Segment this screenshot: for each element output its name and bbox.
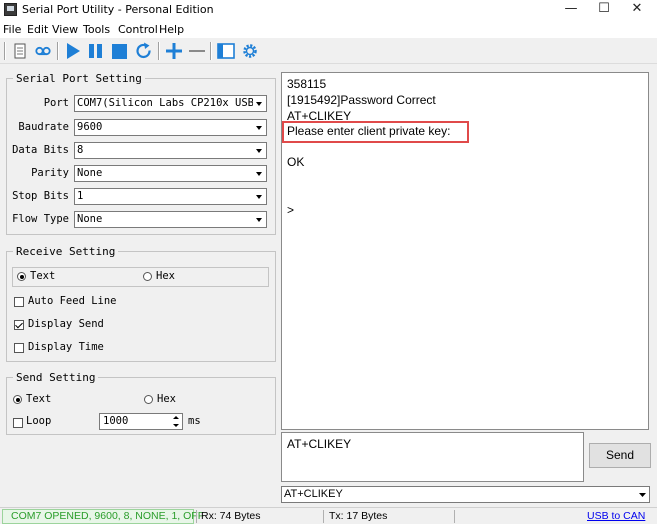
- port-label: Port: [43, 97, 69, 109]
- stepper-up-icon[interactable]: [171, 414, 182, 421]
- output-line: 358115: [287, 77, 327, 91]
- loop-label: Loop: [26, 415, 52, 427]
- loop-checkbox[interactable]: [13, 418, 23, 428]
- receive-hex-label: Hex: [156, 270, 175, 282]
- send-button[interactable]: Send: [589, 443, 651, 468]
- command-history-select[interactable]: AT+CLIKEY: [281, 486, 650, 503]
- output-line: >: [287, 203, 295, 217]
- gear-icon[interactable]: [240, 41, 260, 61]
- menu-file[interactable]: File: [3, 23, 21, 36]
- app-window: Serial Port Utility - Personal Edition —…: [0, 0, 657, 524]
- window-title: Serial Port Utility - Personal Edition: [22, 3, 214, 16]
- interval-unit-label: ms: [188, 415, 201, 427]
- record-icon[interactable]: [33, 41, 53, 61]
- parity-select[interactable]: None: [74, 165, 267, 182]
- parity-label: Parity: [31, 167, 69, 179]
- toolbar-separator: [158, 42, 160, 60]
- rx-count: Rx: 74 Bytes: [201, 510, 261, 522]
- window-icon[interactable]: [216, 41, 236, 61]
- send-setting-title: Send Setting: [13, 371, 99, 384]
- display-time-label: Display Time: [28, 341, 104, 353]
- send-hex-radio[interactable]: [144, 395, 153, 404]
- usb-to-can-link[interactable]: USB to CAN: [587, 510, 645, 524]
- toolbar-separator: [57, 42, 59, 60]
- command-history-value: AT+CLIKEY: [284, 488, 343, 500]
- serial-port-setting-group: Serial Port Setting Port COM7(Silicon La…: [6, 72, 276, 235]
- baudrate-value: 9600: [77, 121, 103, 133]
- toolbar-separator: [4, 42, 6, 60]
- parity-value: None: [77, 167, 103, 179]
- send-text-radio[interactable]: [13, 395, 22, 404]
- stopbits-label: Stop Bits: [12, 190, 69, 202]
- stop-icon[interactable]: [110, 41, 130, 61]
- flowtype-value: None: [77, 213, 103, 225]
- loop-interval-stepper[interactable]: 1000: [99, 413, 183, 430]
- app-icon: [4, 3, 17, 16]
- send-text-label: Text: [26, 393, 52, 405]
- menu-edit[interactable]: Edit: [27, 23, 48, 36]
- receive-mode-box: Text Hex: [12, 267, 269, 287]
- send-setting-group: Send Setting Text Hex Loop 1000 ms: [6, 371, 276, 435]
- output-line: OK: [287, 155, 305, 169]
- plus-icon[interactable]: [164, 41, 184, 61]
- tx-count: Tx: 17 Bytes: [329, 510, 388, 522]
- send-hex-label: Hex: [157, 393, 176, 405]
- play-icon[interactable]: [63, 41, 83, 61]
- menu-help[interactable]: Help: [159, 23, 184, 36]
- menu-view[interactable]: View: [52, 23, 78, 36]
- receive-text-label: Text: [30, 270, 56, 282]
- flowtype-label: Flow Type: [12, 213, 69, 225]
- chevron-down-icon: [253, 96, 266, 111]
- chevron-down-icon: [253, 166, 266, 181]
- title-bar: Serial Port Utility - Personal Edition —…: [0, 0, 657, 20]
- document-icon[interactable]: [10, 41, 30, 61]
- output-line: [1915492]Password Correct: [287, 93, 436, 107]
- receive-setting-title: Receive Setting: [13, 245, 119, 258]
- databits-label: Data Bits: [12, 144, 69, 156]
- menu-control[interactable]: Control: [118, 23, 158, 36]
- chevron-down-icon: [253, 189, 266, 204]
- receive-hex-radio[interactable]: [143, 272, 152, 281]
- send-input[interactable]: AT+CLIKEY: [281, 432, 584, 482]
- connection-status-box: COM7 OPENED, 9600, 8, NONE, 1, OFF: [2, 509, 204, 524]
- port-select[interactable]: COM7(Silicon Labs CP210x USB: [74, 95, 267, 112]
- serial-port-setting-title: Serial Port Setting: [13, 72, 145, 85]
- pause-icon[interactable]: [86, 41, 106, 61]
- connection-status: COM7 OPENED, 9600, 8, NONE, 1, OFF: [11, 510, 205, 522]
- display-send-checkbox[interactable]: [14, 320, 24, 330]
- close-button[interactable]: ✕: [617, 0, 657, 20]
- port-value: COM7(Silicon Labs CP210x USB: [77, 97, 255, 109]
- databits-value: 8: [77, 144, 84, 156]
- toolbar: [0, 38, 657, 64]
- databits-select[interactable]: 8: [74, 142, 267, 159]
- chevron-down-icon: [636, 487, 649, 502]
- toolbar-separator: [210, 42, 212, 60]
- stopbits-select[interactable]: 1: [74, 188, 267, 205]
- status-divider: [323, 510, 324, 523]
- auto-feed-line-checkbox[interactable]: [14, 297, 24, 307]
- baudrate-label: Baudrate: [18, 121, 69, 133]
- stepper-down-icon[interactable]: [171, 422, 182, 429]
- minus-icon[interactable]: [187, 41, 207, 61]
- display-send-label: Display Send: [28, 318, 104, 330]
- send-input-text: AT+CLIKEY: [287, 437, 352, 451]
- loop-interval-value: 1000: [103, 415, 129, 427]
- auto-feed-line-label: Auto Feed Line: [28, 295, 117, 307]
- menu-bar: File Edit View Tools Control Help: [0, 20, 657, 38]
- status-divider: [196, 510, 197, 523]
- status-divider: [454, 510, 455, 523]
- status-bar: COM7 OPENED, 9600, 8, NONE, 1, OFF Rx: 7…: [0, 507, 657, 524]
- highlight-box: [282, 121, 469, 143]
- display-time-checkbox[interactable]: [14, 343, 24, 353]
- refresh-icon[interactable]: [134, 41, 154, 61]
- chevron-down-icon: [253, 143, 266, 158]
- chevron-down-icon: [253, 212, 266, 227]
- menu-tools[interactable]: Tools: [83, 23, 110, 36]
- stopbits-value: 1: [77, 190, 84, 202]
- receive-text-radio[interactable]: [17, 272, 26, 281]
- baudrate-select[interactable]: 9600: [74, 119, 267, 136]
- receive-setting-group: Receive Setting Text Hex Auto Feed Line …: [6, 245, 276, 362]
- flowtype-select[interactable]: None: [74, 211, 267, 228]
- chevron-down-icon: [253, 120, 266, 135]
